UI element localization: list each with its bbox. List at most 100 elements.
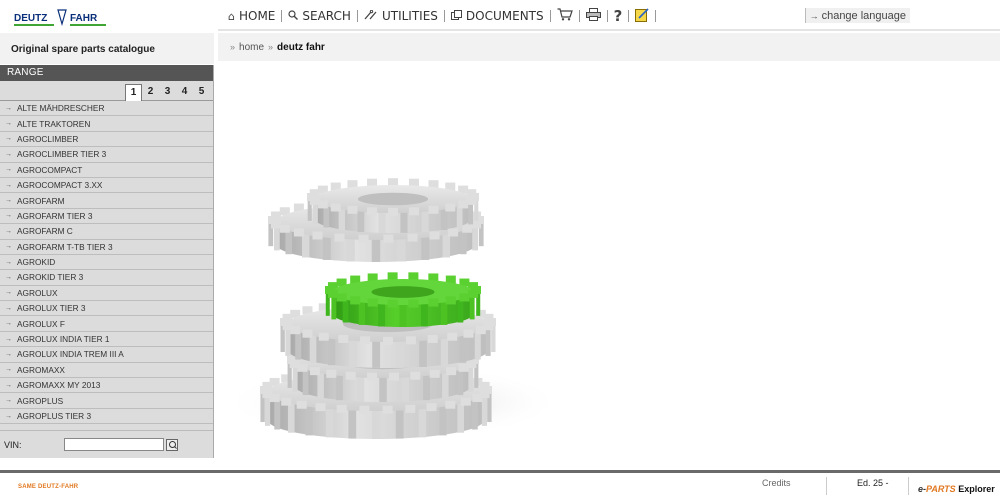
range-item-label: AGROFARM	[17, 195, 65, 206]
range-item-label: ALTE TRAKTOREN	[17, 118, 91, 129]
arrow-right-icon: →	[5, 381, 12, 389]
range-list-item[interactable]: → AGROCLIMBER	[0, 132, 213, 148]
menu-divider	[281, 10, 283, 22]
footer-divider	[908, 477, 909, 495]
home-menu-item[interactable]: ⌂ HOME	[224, 9, 279, 23]
range-list-item[interactable]: → AGROKID TIER 3	[0, 270, 213, 286]
page-1-link[interactable]: 1	[125, 84, 142, 101]
arrow-right-icon: →	[5, 166, 12, 174]
range-list-item[interactable]: → AGROFARM	[0, 193, 213, 209]
vin-input[interactable]	[64, 438, 164, 451]
arrow-right-icon: →	[5, 181, 12, 189]
range-item-label: AGROCOMPACT	[17, 164, 83, 175]
page-5-link[interactable]: 5	[193, 84, 210, 100]
change-language-link[interactable]: → change language	[804, 8, 910, 23]
deutz-fahr-logo[interactable]: DEUTZ FAHR	[12, 8, 110, 30]
arrow-right-icon: →	[5, 258, 12, 266]
range-list-item[interactable]: → AGROLUX TIER 3	[0, 301, 213, 317]
main-content	[218, 62, 1000, 470]
arrow-right-icon: →	[5, 227, 12, 235]
page-2-link[interactable]: 2	[142, 84, 159, 100]
range-item-label: AGROFARM TIER 3	[17, 210, 93, 221]
main-menu: ⌂ HOME SEARCH UTILITIES DOCUMENTS ?	[224, 7, 658, 25]
utilities-menu-item[interactable]: UTILITIES	[360, 9, 442, 23]
range-list-item[interactable]: → ALTE MÄHDRESCHER	[0, 101, 213, 117]
range-header: RANGE	[0, 65, 213, 81]
range-list-item[interactable]: → AGROLUX	[0, 286, 213, 302]
range-pagination: 12345	[0, 81, 213, 101]
range-item-label: AGROCLIMBER	[17, 133, 79, 144]
print-button[interactable]	[582, 8, 605, 24]
range-list-item[interactable]: → AGROKID	[0, 255, 213, 271]
range-list-item[interactable]: → AGROMAXX MY 2013	[0, 378, 213, 394]
range-item-label: AGROLUX F	[17, 318, 65, 329]
arrow-right-icon: →	[5, 197, 12, 205]
range-item-label: AGROMAXX	[17, 364, 65, 375]
utilities-label: UTILITIES	[381, 9, 438, 23]
range-item-label: AGROPLUS	[17, 395, 64, 406]
search-menu-item[interactable]: SEARCH	[284, 9, 355, 23]
range-item-label: AGROPLUS TIER 3	[17, 411, 92, 421]
footer: SAME DEUTZ-FAHR Credits Ed. 25 - e-PARTS…	[0, 470, 1000, 499]
arrow-right-icon: →	[5, 150, 12, 158]
breadcrumb-home-link[interactable]: home	[239, 42, 264, 53]
credits-link[interactable]: Credits	[762, 478, 791, 488]
cart-button[interactable]	[553, 8, 577, 24]
range-list-item[interactable]: → AGROMAXX	[0, 363, 213, 379]
upper-small-gear	[307, 178, 479, 233]
notes-button[interactable]	[631, 7, 653, 25]
help-button[interactable]: ?	[610, 7, 627, 25]
range-list-item[interactable]: → AGROFARM TIER 3	[0, 209, 213, 225]
menu-divider	[578, 10, 580, 22]
range-item-label: ALTE MÄHDRESCHER	[17, 103, 105, 114]
pagination-items: 12345	[125, 84, 210, 101]
breadcrumb-arrow-icon: »	[268, 42, 274, 52]
range-list-item[interactable]: → AGROLUX INDIA TREM III A	[0, 347, 213, 363]
home-icon: ⌂	[228, 9, 235, 23]
range-list-item[interactable]: → AGROPLUS	[0, 393, 213, 409]
range-list-item[interactable]: → AGROFARM T-TB TIER 3	[0, 240, 213, 255]
menu-divider	[356, 10, 358, 22]
range-list-item[interactable]: → AGROCLIMBER TIER 3	[0, 147, 213, 163]
app-window: DEUTZ FAHR ⌂ HOME SEARCH UTILITIES DOCUM…	[0, 0, 1000, 499]
range-list-item[interactable]: → AGROCOMPACT	[0, 163, 213, 178]
change-language-label: change language	[821, 9, 906, 22]
range-list-item[interactable]: → AGROCOMPACT 3.XX	[0, 178, 213, 194]
range-item-label: AGROCLIMBER TIER 3	[17, 149, 107, 160]
menu-divider	[655, 10, 657, 22]
arrow-right-icon: →	[5, 335, 12, 343]
arrow-right-icon: →	[5, 273, 12, 281]
arrow-right-icon: →	[809, 10, 819, 21]
menu-divider	[628, 10, 630, 22]
range-item-label: AGROFARM C	[17, 226, 73, 237]
menu-divider	[606, 10, 608, 22]
top-navigation-bar: ⌂ HOME SEARCH UTILITIES DOCUMENTS ? → ch…	[218, 0, 1000, 31]
arrow-right-icon: →	[5, 243, 12, 251]
vin-search-button[interactable]	[166, 438, 178, 451]
range-list-item[interactable]: → ALTE TRAKTOREN	[0, 116, 213, 132]
breadcrumb: » home » deutz fahr	[218, 33, 1000, 61]
eparts-parts: PARTS	[926, 484, 956, 494]
range-item-label: AGROMAXX MY 2013	[17, 380, 101, 391]
range-item-label: AGROKID	[17, 257, 56, 268]
footer-divider	[826, 477, 827, 495]
documents-menu-item[interactable]: DOCUMENTS	[447, 9, 548, 23]
range-item-label: AGROLUX INDIA TIER 1	[17, 334, 110, 345]
eparts-explorer-logo: e-PARTS Explorer	[918, 484, 995, 494]
page-3-link[interactable]: 3	[159, 84, 176, 100]
range-item-label: AGROLUX	[17, 287, 58, 298]
arrow-right-icon: →	[5, 212, 12, 220]
range-item-label: AGROLUX TIER 3	[17, 303, 86, 314]
range-list-item[interactable]: → AGROPLUS TIER 3	[0, 409, 213, 425]
range-list-item[interactable]: → AGROLUX F	[0, 316, 213, 332]
range-list-item[interactable]: → AGROLUX INDIA TIER 1	[0, 332, 213, 348]
arrow-right-icon: →	[5, 320, 12, 328]
vin-search: VIN:	[0, 430, 213, 458]
range-list-item[interactable]: → AGROFARM C	[0, 224, 213, 240]
arrow-right-icon: →	[5, 120, 12, 128]
cart-icon	[557, 8, 573, 24]
range-item-label: AGROKID TIER 3	[17, 272, 84, 283]
home-label: HOME	[238, 9, 276, 23]
notes-icon	[635, 7, 649, 25]
page-4-link[interactable]: 4	[176, 84, 193, 100]
